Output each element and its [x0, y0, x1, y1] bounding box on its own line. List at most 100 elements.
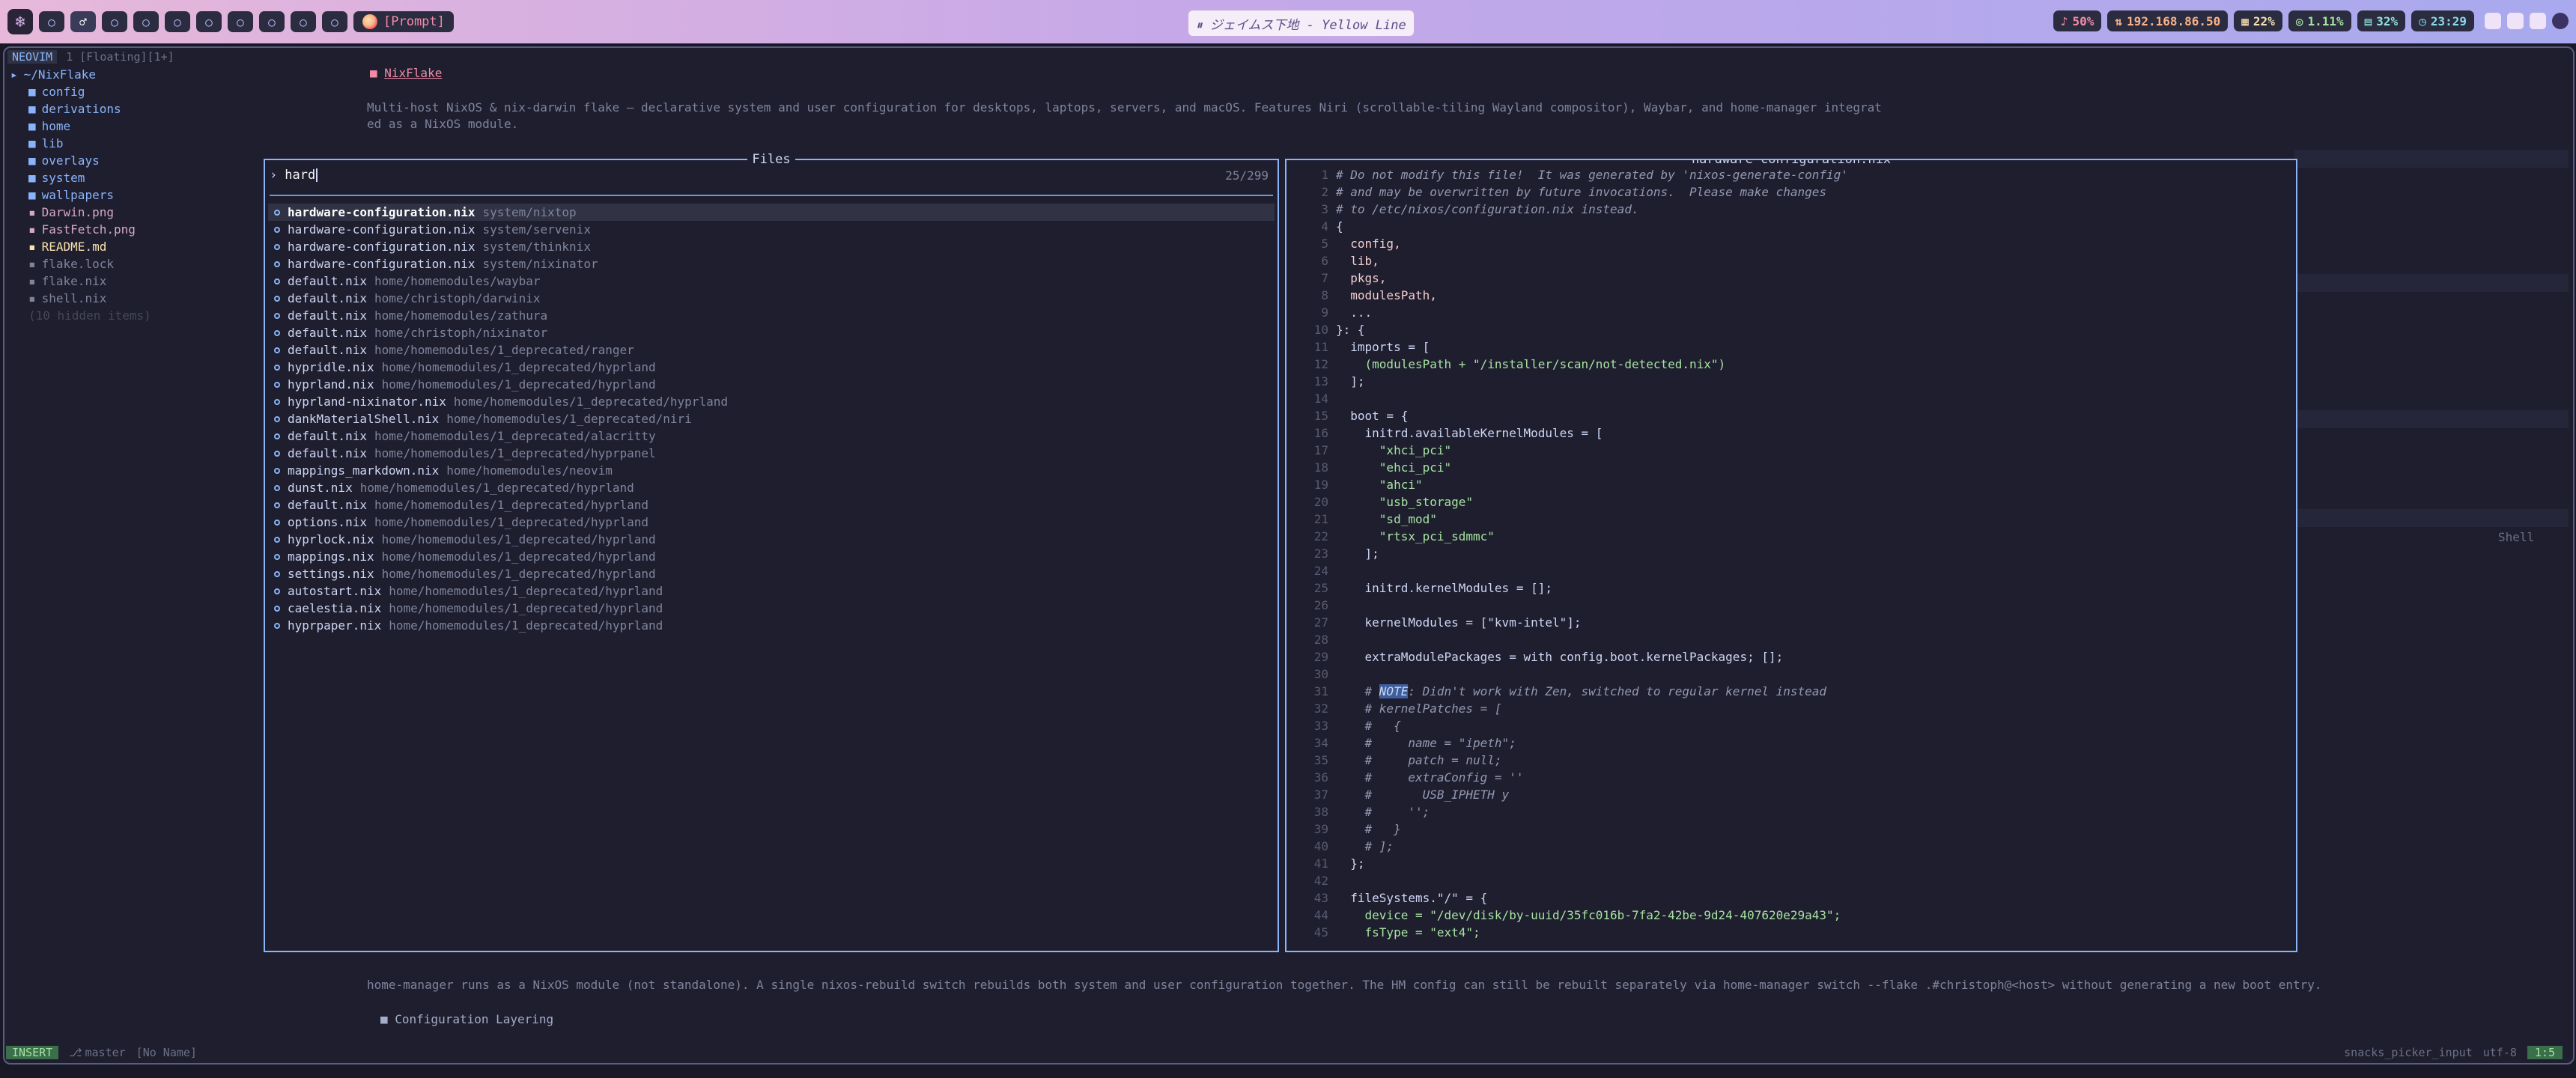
code-line: 17 "xhci_pci"	[1287, 442, 2296, 459]
result-item[interactable]: default.nix home/homemodules/1_deprecated…	[268, 496, 1275, 514]
result-item[interactable]: hyprland.nix home/homemodules/1_deprecate…	[268, 376, 1275, 393]
result-item[interactable]: default.nix home/homemodules/1_deprecated…	[268, 427, 1275, 445]
tree-item[interactable]: ■ home	[10, 118, 258, 135]
tray-app-icon[interactable]	[2485, 13, 2501, 29]
cpu-pill[interactable]: ◎ 1.11%	[2288, 10, 2351, 31]
result-item[interactable]: hyprpaper.nix home/homemodules/1_deprecat…	[268, 617, 1275, 634]
tree-item[interactable]: ■ lib	[10, 135, 258, 152]
tray-app-icon[interactable]	[2530, 13, 2546, 29]
workspace-4[interactable]: ○	[133, 11, 159, 32]
power-icon[interactable]	[2552, 13, 2569, 29]
result-item[interactable]: hardware-configuration.nix system/serveni…	[268, 221, 1275, 238]
result-item[interactable]: settings.nix home/homemodules/1_deprecate…	[268, 565, 1275, 582]
picker-input-row[interactable]: › hard 25/299	[270, 166, 1269, 184]
search-input[interactable]: hard	[285, 168, 315, 183]
workspace-10[interactable]: ○	[322, 11, 347, 32]
code-line: 9 ...	[1287, 304, 2296, 321]
tree-item[interactable]: ▪ flake.lock	[10, 255, 258, 272]
code-line: 41 };	[1287, 855, 2296, 872]
tree-item[interactable]: ■ derivations	[10, 100, 258, 118]
result-item[interactable]: default.nix home/homemodules/1_deprecated…	[268, 445, 1275, 462]
code-text: {	[1336, 219, 1343, 234]
code-text: extraModulePackages = with config.boot.k…	[1336, 650, 1784, 664]
nix-file-icon	[274, 450, 280, 457]
result-item[interactable]: dankMaterialShell.nix home/homemodules/1_…	[268, 410, 1275, 427]
workspace-9[interactable]: ○	[291, 11, 316, 32]
tab-floating[interactable]: 1 [Floating][1+]	[66, 50, 174, 64]
tree-item[interactable]: ▪ Darwin.png	[10, 204, 258, 221]
line-number: 18	[1313, 460, 1328, 475]
workspace-7[interactable]: ○	[228, 11, 253, 32]
result-count: 25/299	[1225, 168, 1269, 183]
nix-file-icon	[274, 622, 280, 629]
result-item[interactable]: default.nix home/christoph/nixinator	[268, 324, 1275, 341]
code-text: "usb_storage"	[1336, 495, 1474, 509]
result-item[interactable]: mappings.nix home/homemodules/1_deprecate…	[268, 548, 1275, 565]
code-text: imports = [	[1336, 340, 1430, 354]
result-item[interactable]: hardware-configuration.nix system/thinkni…	[268, 238, 1275, 255]
tree-root-label: ~/NixFlake	[23, 67, 96, 82]
code-line: 37 # USB_IPHETH y	[1287, 786, 2296, 803]
tree-item[interactable]: ▪ flake.nix	[10, 272, 258, 290]
tree-item[interactable]: ■ overlays	[10, 152, 258, 169]
file-preview[interactable]: hardware-configuration.nix 1 # Do not mod…	[1285, 159, 2297, 952]
result-item[interactable]: default.nix home/homemodules/zathura	[268, 307, 1275, 324]
tree-item[interactable]: ▪ shell.nix	[10, 290, 258, 307]
result-item[interactable]: hyprlock.nix home/homemodules/1_deprecate…	[268, 531, 1275, 548]
tree-item[interactable]: ▪ README.md	[10, 238, 258, 255]
workspace-5[interactable]: ○	[165, 11, 190, 32]
line-number: 29	[1313, 650, 1328, 664]
media-player[interactable]: ⏸ ジェイムス下地 - Yellow Line	[1187, 9, 1415, 37]
tray-app-icon[interactable]	[2507, 13, 2524, 29]
workspace-1[interactable]: ○	[39, 11, 64, 32]
result-path: home/homemodules/1_deprecated/hyprland	[453, 395, 728, 409]
result-path: home/homemodules/1_deprecated/hyprland	[381, 567, 656, 581]
disk-icon: ▤	[2364, 13, 2372, 28]
active-window-pill[interactable]: [Prompt]	[353, 11, 454, 32]
tree-item[interactable]: ■ system	[10, 169, 258, 186]
result-item[interactable]: default.nix home/homemodules/waybar	[268, 272, 1275, 290]
workspace-2[interactable]: ♂	[70, 11, 96, 32]
code-text: config,	[1336, 237, 1401, 251]
result-filename: hardware-configuration.nix	[288, 257, 476, 271]
result-path: home/homemodules/1_deprecated/hyprland	[389, 618, 663, 633]
result-item[interactable]: mappings_markdown.nix home/homemodules/ne…	[268, 462, 1275, 479]
result-filename: hardware-configuration.nix	[288, 240, 476, 254]
volume-pill[interactable]: ♪ 50%	[2053, 10, 2102, 31]
result-item[interactable]: hyprland-nixinator.nix home/homemodules/1…	[268, 393, 1275, 410]
workspace-6[interactable]: ○	[196, 11, 222, 32]
result-item[interactable]: options.nix home/homemodules/1_deprecated…	[268, 514, 1275, 531]
workspace-8[interactable]: ○	[259, 11, 285, 32]
result-item[interactable]: hardware-configuration.nix system/nixinat…	[268, 255, 1275, 272]
tree-item-label: flake.nix	[41, 274, 107, 288]
result-item[interactable]: default.nix home/christoph/darwinix	[268, 290, 1275, 307]
memory-pill[interactable]: ▦ 22%	[2234, 10, 2282, 31]
tree-item[interactable]: ■ config	[10, 83, 258, 100]
result-path: system/nixtop	[482, 205, 577, 219]
cursor-position: 1:5	[2527, 1046, 2563, 1059]
nix-logo-icon[interactable]: ❄	[7, 9, 33, 34]
result-path: home/christoph/nixinator	[374, 326, 548, 340]
result-item[interactable]: default.nix home/homemodules/1_deprecated…	[268, 341, 1275, 359]
clock-pill[interactable]: ◷ 23:29	[2411, 10, 2474, 31]
result-filename: hardware-configuration.nix	[288, 222, 476, 237]
result-item[interactable]: hardware-configuration.nix system/nixtop	[268, 204, 1275, 221]
result-item[interactable]: caelestia.nix home/homemodules/1_deprecat…	[268, 600, 1275, 617]
result-item[interactable]: autostart.nix home/homemodules/1_deprecat…	[268, 582, 1275, 600]
tree-item[interactable]: ▪ FastFetch.png	[10, 221, 258, 238]
disk-pill[interactable]: ▤ 32%	[2357, 10, 2406, 31]
code-text: device = "/dev/disk/by-uuid/35fc016b-7fa…	[1336, 908, 1841, 922]
workspace-3[interactable]: ○	[102, 11, 127, 32]
clock-value: 23:29	[2430, 13, 2467, 28]
code-text: kernelModules = ["kvm-intel"];	[1336, 615, 1582, 630]
line-number: 7	[1321, 271, 1328, 285]
network-pill[interactable]: ⇅ 192.168.86.50	[2107, 10, 2229, 31]
tree-item[interactable]: ■ wallpapers	[10, 186, 258, 204]
tree-root[interactable]: ▸ ~/NixFlake	[10, 66, 258, 83]
result-item[interactable]: hypridle.nix home/homemodules/1_deprecate…	[268, 359, 1275, 376]
nix-file-icon	[274, 209, 280, 216]
tree-item-label: README.md	[41, 240, 107, 254]
result-item[interactable]: dunst.nix home/homemodules/1_deprecated/h…	[268, 479, 1275, 496]
code-text: "ahci"	[1336, 478, 1423, 492]
prompt-chevron-icon: ›	[270, 168, 278, 183]
